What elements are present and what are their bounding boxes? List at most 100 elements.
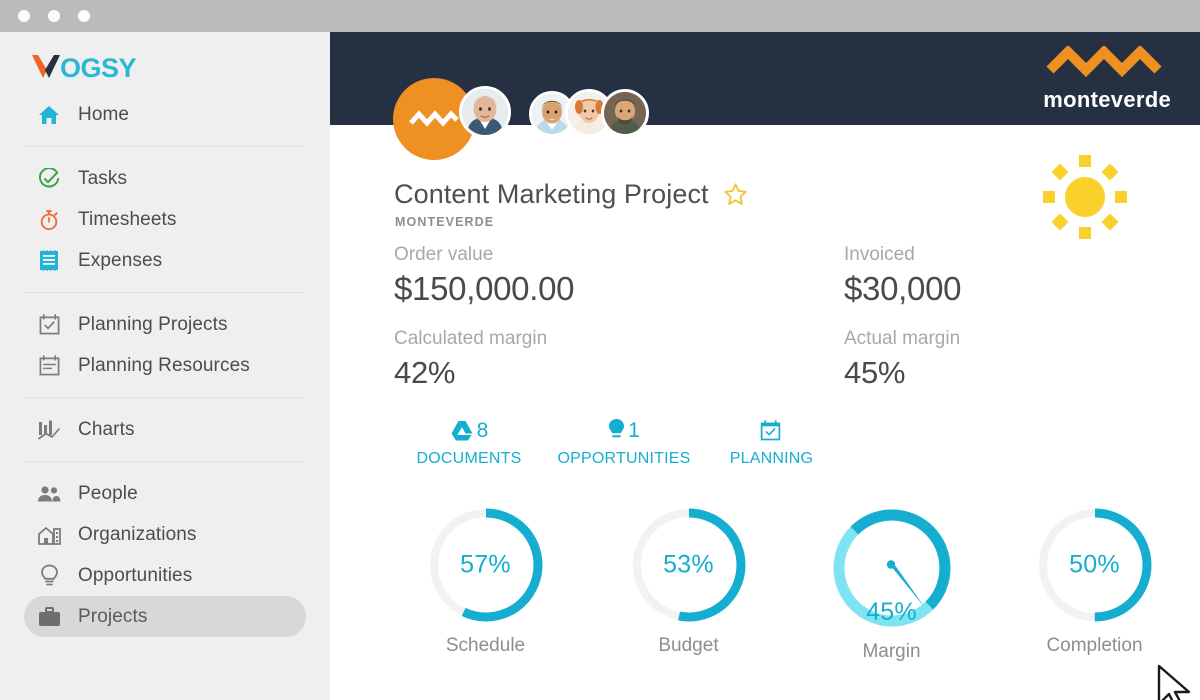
sidebar-item-expenses[interactable]: Expenses: [24, 240, 306, 281]
sun-icon: [1040, 152, 1130, 242]
sidebar-item-planning-projects[interactable]: Planning Projects: [24, 304, 306, 345]
sidebar-item-label: Timesheets: [78, 209, 177, 231]
lightbulb-icon: [608, 418, 625, 442]
maximize-dot[interactable]: [78, 10, 90, 22]
bar-chart-icon: [34, 417, 64, 443]
kpi-calculated-margin: Calculated margin 42%: [394, 326, 844, 394]
tab-label: PLANNING: [704, 450, 839, 468]
sidebar-item-label: Tasks: [78, 168, 127, 190]
gauge-schedule[interactable]: 57% Schedule: [384, 505, 587, 663]
sidebar-divider: [24, 397, 306, 398]
kpi-label: Invoiced: [844, 242, 1094, 268]
kpi-label: Actual margin: [844, 326, 1094, 352]
tab-planning[interactable]: PLANNING: [704, 415, 839, 468]
sidebar-item-tasks[interactable]: Tasks: [24, 158, 306, 199]
sidebar-item-label: Home: [78, 104, 129, 126]
receipt-icon: [34, 248, 64, 274]
app-window: OGSY Home Tasks: [0, 0, 1200, 700]
avatar[interactable]: [601, 89, 649, 137]
tab-opportunities[interactable]: 1 OPPORTUNITIES: [544, 415, 704, 468]
tab-icon-row: 1: [544, 415, 704, 445]
kpi-value: $150,000.00: [394, 268, 844, 310]
sidebar: OGSY Home Tasks: [0, 32, 330, 700]
home-icon: [34, 102, 64, 128]
gauge-margin[interactable]: 45% Margin: [790, 505, 993, 663]
company-logo-text: monteverde: [1043, 87, 1171, 113]
kpi-row: Calculated margin 42% Actual margin 45%: [394, 326, 1094, 394]
kpi-value: $30,000: [844, 268, 1094, 310]
kpi-section: Order value $150,000.00 Invoiced $30,000…: [394, 242, 1094, 394]
sidebar-item-label: Opportunities: [78, 565, 192, 587]
arrow-cursor-icon: [1157, 664, 1200, 700]
gauge-label: Completion: [993, 635, 1196, 657]
sidebar-item-organizations[interactable]: Organizations: [24, 514, 306, 555]
project-title-text: Content Marketing Project: [394, 179, 709, 210]
window-controls: [18, 10, 90, 22]
sidebar-item-timesheets[interactable]: Timesheets: [24, 199, 306, 240]
sidebar-divider: [24, 146, 306, 147]
check-circle-icon: [34, 166, 64, 192]
kpi-value: 45%: [844, 352, 1094, 394]
gauge-label: Margin: [790, 641, 993, 663]
sidebar-item-label: Expenses: [78, 250, 162, 272]
people-icon: [34, 481, 64, 507]
avatar[interactable]: [459, 86, 511, 138]
main-content: monteverde: [330, 32, 1200, 700]
gauge-ring: 50%: [1035, 505, 1155, 625]
kpi-order-value: Order value $150,000.00: [394, 242, 844, 310]
sidebar-item-opportunities[interactable]: Opportunities: [24, 555, 306, 596]
vogsy-logo[interactable]: OGSY: [30, 52, 142, 82]
close-dot[interactable]: [18, 10, 30, 22]
calendar-check-icon: [760, 420, 781, 441]
tab-icon-row: 8: [394, 415, 544, 445]
drive-triangle-icon: [450, 420, 474, 441]
company-logo: monteverde: [1043, 46, 1171, 113]
weather-indicator: [1040, 152, 1130, 247]
sidebar-item-planning-resources[interactable]: Planning Resources: [24, 345, 306, 386]
briefcase-icon: [34, 604, 64, 630]
health-gauges: 57% Schedule 53% Budget: [384, 505, 1196, 663]
sidebar-divider: [24, 292, 306, 293]
gauge-value: 53%: [629, 551, 749, 580]
sidebar-item-label: Planning Resources: [78, 355, 250, 377]
tab-label: OPPORTUNITIES: [544, 450, 704, 468]
svg-text:OGSY: OGSY: [60, 53, 137, 82]
sidebar-nav: Home Tasks: [0, 94, 330, 637]
gauge-ring: 53%: [629, 505, 749, 625]
kpi-value: 42%: [394, 352, 844, 394]
gauge-label: Budget: [587, 635, 790, 657]
star-outline-icon: [723, 182, 748, 207]
sidebar-item-label: Projects: [78, 606, 147, 628]
sidebar-divider: [24, 461, 306, 462]
sidebar-item-home[interactable]: Home: [24, 94, 306, 135]
gauge-value: 45%: [829, 598, 955, 627]
gauge-budget[interactable]: 53% Budget: [587, 505, 790, 663]
monteverde-mark-icon: [408, 109, 460, 129]
window-titlebar: [0, 0, 1200, 32]
sidebar-item-label: People: [78, 483, 138, 505]
gauge-label: Schedule: [384, 635, 587, 657]
kpi-actual-margin: Actual margin 45%: [844, 326, 1094, 394]
gauge-value: 57%: [426, 551, 546, 580]
gauge-completion[interactable]: 50% Completion: [993, 505, 1196, 663]
sidebar-item-charts[interactable]: Charts: [24, 409, 306, 450]
vogsy-logo-icon: OGSY: [30, 52, 142, 82]
mouse-cursor: [1157, 664, 1200, 700]
tab-label: DOCUMENTS: [394, 450, 544, 468]
sidebar-item-projects[interactable]: Projects: [24, 596, 306, 637]
tab-documents[interactable]: 8 DOCUMENTS: [394, 415, 544, 468]
sidebar-item-label: Charts: [78, 419, 135, 441]
sidebar-item-people[interactable]: People: [24, 473, 306, 514]
kpi-invoiced: Invoiced $30,000: [844, 242, 1094, 310]
lightbulb-icon: [34, 563, 64, 589]
tab-icon-row: [704, 415, 839, 445]
stopwatch-icon: [34, 207, 64, 233]
favorite-button[interactable]: [723, 182, 748, 207]
minimize-dot[interactable]: [48, 10, 60, 22]
tab-count: 1: [628, 420, 640, 441]
tab-count: 8: [477, 420, 489, 441]
sidebar-item-label: Organizations: [78, 524, 197, 546]
project-tabs: 8 DOCUMENTS 1 OPPORTUNITIES: [394, 415, 839, 468]
calendar-check-icon: [34, 312, 64, 338]
zigzag-chevron-mark-icon: [1046, 46, 1168, 80]
